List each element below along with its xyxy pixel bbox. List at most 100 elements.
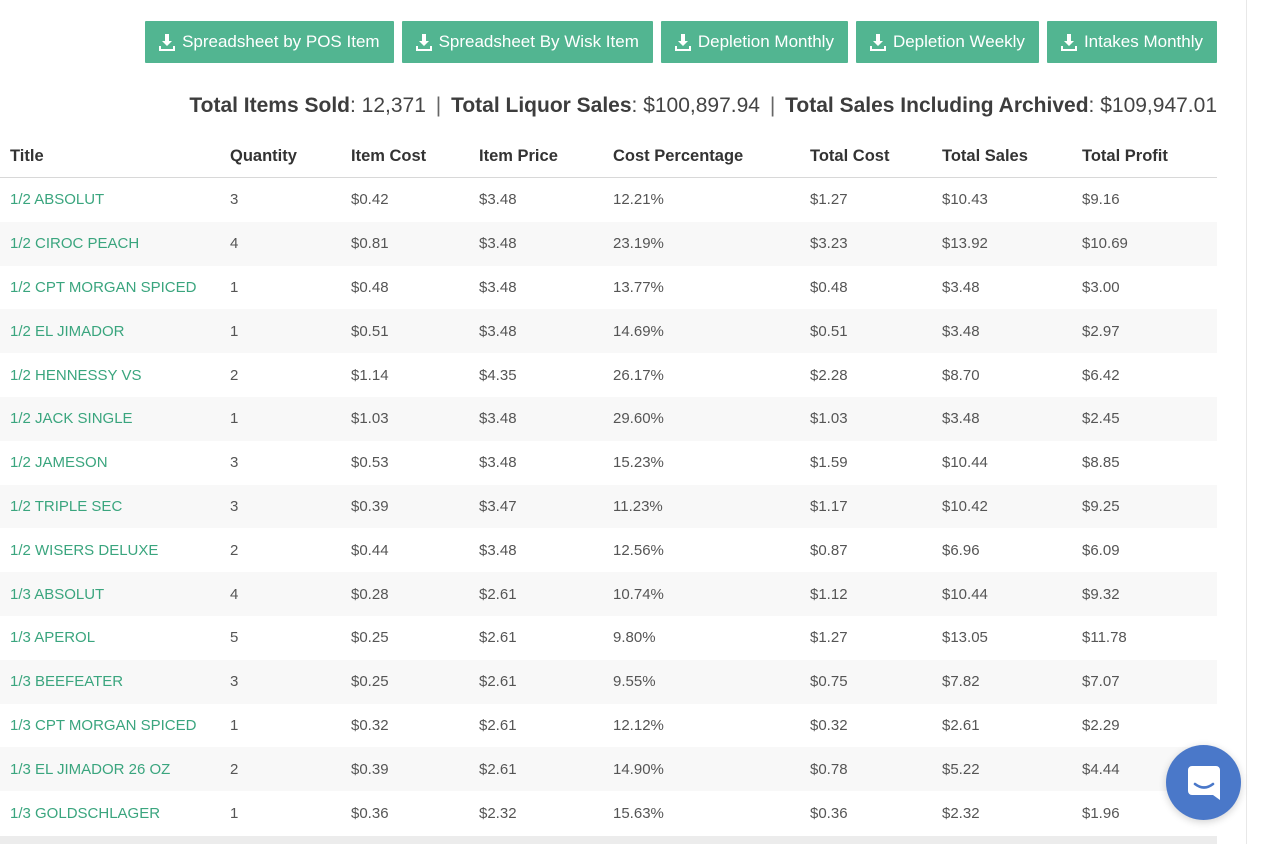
total-items-sold-value: : 12,371: [350, 94, 426, 117]
cell-total-profit: $2.29: [1082, 716, 1120, 734]
export-toolbar: Spreadsheet by POS Item Spreadsheet By W…: [145, 21, 1217, 63]
cell-cost-percentage: 23.19%: [603, 221, 800, 266]
cell-item-price: $2.61: [469, 659, 603, 704]
cell-quantity: 1: [230, 804, 239, 822]
depletion-monthly-button[interactable]: Depletion Monthly: [660, 21, 848, 63]
cell-item-price: $3.48: [469, 221, 603, 266]
cell-title[interactable]: 1/3 EL JIMADOR 26 OZ: [0, 747, 220, 792]
column-header-cost-percentage[interactable]: Cost Percentage: [603, 135, 800, 178]
cell-total-cost: $0.87: [810, 541, 848, 559]
cell-total-sales: $10.44: [932, 572, 1072, 616]
cell-total-profit: $7.07: [1072, 659, 1217, 704]
cell-quantity: 2: [220, 747, 341, 792]
cell-total-cost: $1.03: [800, 396, 932, 441]
cell-quantity: 3: [220, 659, 341, 704]
cell-title[interactable]: 1/2 JACK SINGLE: [0, 396, 220, 441]
total-sales-including-archived-value: : $109,947.01: [1088, 94, 1217, 117]
cell-title[interactable]: 1/2 WISERS DELUXE: [0, 528, 220, 572]
cell-title[interactable]: 1/2 HENNESSY VS: [0, 353, 220, 397]
cell-item-cost: $0.39: [341, 484, 469, 529]
cell-total-sales: $7.82: [932, 659, 1072, 704]
cell-total-sales: $10.42: [932, 484, 1072, 529]
column-header-item-price[interactable]: Item Price: [469, 135, 603, 178]
cell-cost-percentage: 14.69%: [603, 309, 800, 354]
cell-title[interactable]: 1/2 EL JIMADOR: [0, 309, 220, 354]
report-page: Spreadsheet by POS Item Spreadsheet By W…: [0, 0, 1217, 844]
total-liquor-sales-label: Total Liquor Sales: [451, 94, 632, 117]
download-icon: [159, 33, 176, 51]
cell-total-sales: $13.05: [942, 629, 988, 647]
cell-title[interactable]: 1/3 CPT MORGAN SPICED: [0, 704, 220, 748]
sales-report-table: Title Quantity Item Cost Item Price Cost…: [0, 135, 1217, 835]
cell-item-cost: $0.32: [351, 716, 389, 734]
column-header-total-profit[interactable]: Total Profit: [1072, 135, 1217, 178]
cell-quantity: 3: [230, 454, 239, 472]
cell-item-cost: $0.51: [341, 309, 469, 354]
spreadsheet-by-wisk-item-button[interactable]: Spreadsheet By Wisk Item: [401, 21, 653, 63]
cell-title[interactable]: 1/2 ABSOLUT: [0, 178, 220, 222]
table-row: 1/2 TRIPLE SEC 3 $0.39 $3.47 11.23% $1.17 $10.…: [0, 484, 1217, 529]
button-label: Spreadsheet By Wisk Item: [438, 32, 639, 51]
download-icon: [869, 33, 886, 51]
cell-quantity: 4: [220, 572, 341, 616]
column-header-total-cost[interactable]: Total Cost: [800, 135, 932, 178]
intakes-monthly-button[interactable]: Intakes Monthly: [1046, 21, 1217, 63]
cell-title[interactable]: 1/2 JAMESON: [0, 441, 220, 485]
cell-item-cost: $0.44: [351, 541, 389, 559]
cell-item-cost: $0.53: [351, 454, 389, 472]
cell-quantity: 3: [230, 191, 239, 209]
chat-launcher-button[interactable]: [1166, 745, 1241, 820]
table-row: 1/2 CIROC PEACH 4 $0.81 $3.48 23.19% $3.23 $13…: [0, 221, 1217, 266]
cell-item-cost: $0.39: [341, 747, 469, 792]
sales-totals: Total Items Sold: 12,371 | Total Liquor …: [189, 94, 1217, 118]
column-header-total-sales[interactable]: Total Sales: [932, 135, 1072, 178]
cell-cost-percentage: 11.23%: [603, 484, 800, 529]
horizontal-scrollbar[interactable]: [0, 836, 1217, 844]
cell-item-price: $3.48: [469, 396, 603, 441]
cell-item-price: $3.48: [479, 541, 517, 559]
cell-title[interactable]: 1/2 CPT MORGAN SPICED: [0, 266, 220, 310]
cell-item-cost: $0.25: [351, 629, 389, 647]
cell-cost-percentage: 14.90%: [603, 747, 800, 792]
cell-title[interactable]: 1/2 TRIPLE SEC: [0, 484, 220, 529]
cell-title[interactable]: 1/3 ABSOLUT: [0, 572, 220, 616]
cell-quantity: 1: [220, 309, 341, 354]
cell-cost-percentage: 12.56%: [613, 541, 664, 559]
download-icon: [674, 33, 691, 51]
column-header-item-cost[interactable]: Item Cost: [341, 135, 469, 178]
button-label: Depletion Weekly: [892, 32, 1025, 51]
page-edge-divider: [1246, 0, 1247, 844]
cell-total-profit: $9.25: [1072, 484, 1217, 529]
cell-item-price: $4.35: [479, 366, 517, 384]
cell-title[interactable]: 1/3 APEROL: [0, 616, 220, 660]
table-row: 1/2 ABSOLUT 3 $0.42 $3.48 12.21% $1.27 $10.43 $…: [0, 178, 1217, 222]
column-header-title[interactable]: Title: [0, 135, 220, 178]
button-label: Intakes Monthly: [1083, 32, 1203, 51]
table-row: 1/2 WISERS DELUXE 2 $0.44 $3.48 12.56% $0.87 $…: [0, 528, 1217, 572]
table-row: 1/3 APEROL 5 $0.25 $2.61 9.80% $1.27 $13.05 $11…: [0, 616, 1217, 660]
cell-total-sales: $2.32: [942, 804, 980, 822]
cell-item-price: $2.61: [479, 629, 517, 647]
cell-quantity: 4: [220, 221, 341, 266]
spreadsheet-by-pos-item-button[interactable]: Spreadsheet by POS Item: [145, 21, 394, 63]
cell-title[interactable]: 1/2 CIROC PEACH: [0, 221, 220, 266]
column-header-quantity[interactable]: Quantity: [220, 135, 341, 178]
cell-cost-percentage: 29.60%: [603, 396, 800, 441]
cell-total-sales: $3.48: [942, 278, 980, 296]
depletion-weekly-button[interactable]: Depletion Weekly: [855, 21, 1039, 63]
cell-total-cost: $0.78: [800, 747, 932, 792]
cell-total-profit: $9.32: [1072, 572, 1217, 616]
cell-item-cost: $0.81: [341, 221, 469, 266]
cell-cost-percentage: 10.74%: [603, 572, 800, 616]
cell-total-cost: $1.12: [800, 572, 932, 616]
cell-total-cost: $0.36: [810, 804, 848, 822]
cell-item-cost: $0.42: [351, 191, 389, 209]
cell-cost-percentage: 15.63%: [613, 804, 664, 822]
table-row: 1/3 EL JIMADOR 26 OZ 2 $0.39 $2.61 14.90% $0.…: [0, 747, 1217, 792]
cell-quantity: 2: [230, 366, 239, 384]
cell-title[interactable]: 1/3 BEEFEATER: [0, 659, 220, 704]
cell-title[interactable]: 1/3 GOLDSCHLAGER: [0, 791, 220, 835]
cell-item-price: $3.48: [479, 191, 517, 209]
cell-total-profit: $11.78: [1082, 629, 1127, 647]
cell-total-profit: $6.09: [1082, 541, 1120, 559]
